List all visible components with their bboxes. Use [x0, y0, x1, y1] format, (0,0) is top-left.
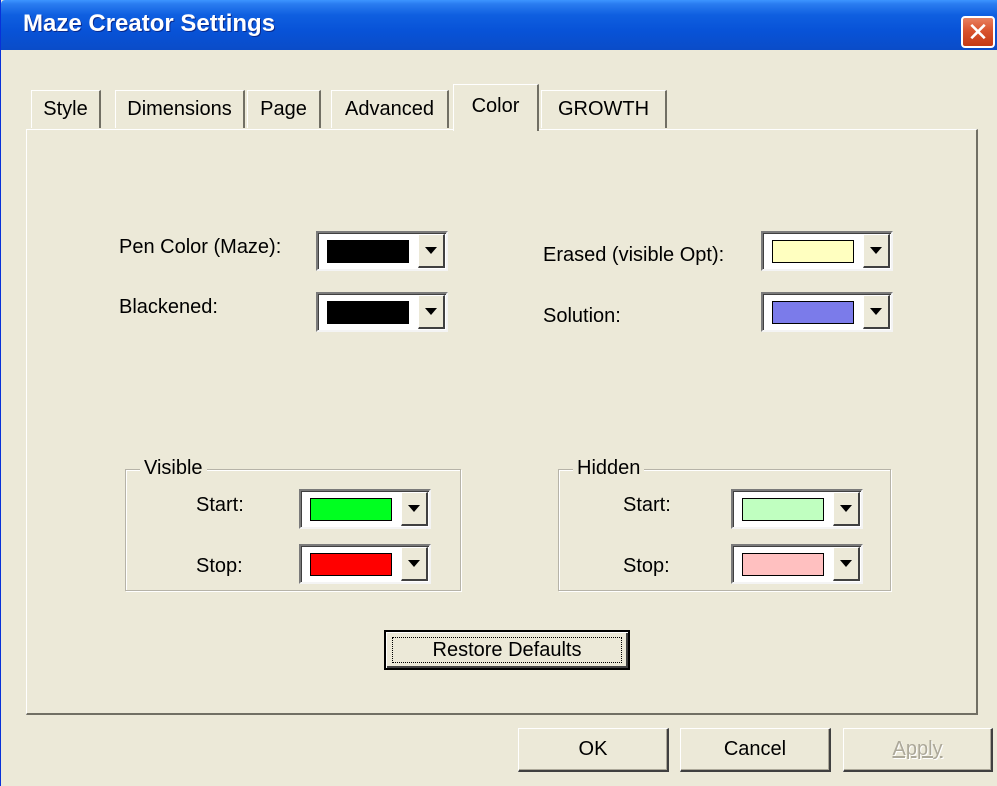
visible-group-title: Visible: [140, 457, 207, 480]
chevron-down-icon: [870, 247, 882, 254]
tab-label: Page: [260, 98, 307, 120]
erased-picker[interactable]: [761, 231, 893, 271]
chevron-down-icon: [840, 560, 852, 567]
visible-stop-label: Stop:: [196, 555, 243, 577]
close-button[interactable]: ✕: [961, 16, 995, 48]
chevron-down-icon: [408, 560, 420, 567]
tab-label: Dimensions: [127, 98, 232, 120]
tab-page[interactable]: Page: [247, 90, 321, 128]
ok-label: OK: [578, 738, 608, 760]
visible-stop-dropdown-button[interactable]: [401, 547, 428, 581]
restore-defaults-label: Restore Defaults: [432, 638, 582, 661]
tab-color[interactable]: Color: [453, 84, 539, 131]
erased-swatch: [772, 240, 854, 263]
settings-dialog: Maze Creator Settings ✕ Style Dimensions…: [0, 0, 997, 786]
blackened-picker[interactable]: [316, 292, 448, 332]
restore-defaults-button[interactable]: Restore Defaults: [384, 630, 630, 670]
hidden-stop-dropdown-button[interactable]: [833, 547, 860, 581]
chevron-down-icon: [408, 505, 420, 512]
hidden-start-swatch: [742, 498, 824, 521]
solution-swatch: [772, 301, 854, 324]
solution-picker[interactable]: [761, 292, 893, 332]
hidden-stop-swatch: [742, 553, 824, 576]
cancel-label: Cancel: [723, 738, 787, 760]
title-bar[interactable]: Maze Creator Settings ✕: [1, 0, 997, 50]
solution-dropdown-button[interactable]: [863, 295, 890, 329]
hidden-group-title: Hidden: [573, 457, 645, 480]
chevron-down-icon: [425, 308, 437, 315]
tab-label: Color: [471, 95, 520, 117]
tab-label: Advanced: [345, 98, 434, 120]
visible-start-swatch: [310, 498, 392, 521]
hidden-stop-picker[interactable]: [731, 544, 863, 584]
hidden-start-label: Start:: [623, 494, 671, 516]
pen-color-dropdown-button[interactable]: [418, 234, 445, 268]
blackened-label: Blackened:: [119, 296, 218, 318]
pen-color-swatch: [327, 240, 409, 263]
tab-growth[interactable]: GROWTH: [541, 90, 667, 128]
window-title: Maze Creator Settings: [23, 10, 276, 37]
chevron-down-icon: [840, 505, 852, 512]
chevron-down-icon: [870, 308, 882, 315]
apply-button[interactable]: Apply: [843, 728, 993, 772]
visible-start-label: Start:: [196, 494, 244, 516]
visible-start-picker[interactable]: [299, 489, 431, 529]
blackened-dropdown-button[interactable]: [418, 295, 445, 329]
tab-dimensions[interactable]: Dimensions: [115, 90, 245, 128]
solution-label: Solution:: [543, 305, 621, 327]
visible-stop-swatch: [310, 553, 392, 576]
erased-label: Erased (visible Opt):: [543, 244, 725, 266]
visible-stop-picker[interactable]: [299, 544, 431, 584]
tab-label: GROWTH: [557, 98, 650, 120]
pen-color-label: Pen Color (Maze):: [119, 236, 282, 258]
color-tab-panel: [26, 129, 978, 715]
hidden-start-dropdown-button[interactable]: [833, 492, 860, 526]
pen-color-picker[interactable]: [316, 231, 448, 271]
chevron-down-icon: [425, 247, 437, 254]
tab-label: Style: [43, 98, 88, 120]
cancel-button[interactable]: Cancel: [680, 728, 831, 772]
hidden-start-picker[interactable]: [731, 489, 863, 529]
hidden-stop-label: Stop:: [623, 555, 670, 577]
visible-start-dropdown-button[interactable]: [401, 492, 428, 526]
tab-style[interactable]: Style: [31, 90, 101, 128]
ok-button[interactable]: OK: [518, 728, 669, 772]
erased-dropdown-button[interactable]: [863, 234, 890, 268]
apply-label: Apply: [892, 738, 943, 760]
blackened-swatch: [327, 301, 409, 324]
tab-advanced[interactable]: Advanced: [331, 90, 449, 128]
close-icon: ✕: [967, 17, 989, 47]
